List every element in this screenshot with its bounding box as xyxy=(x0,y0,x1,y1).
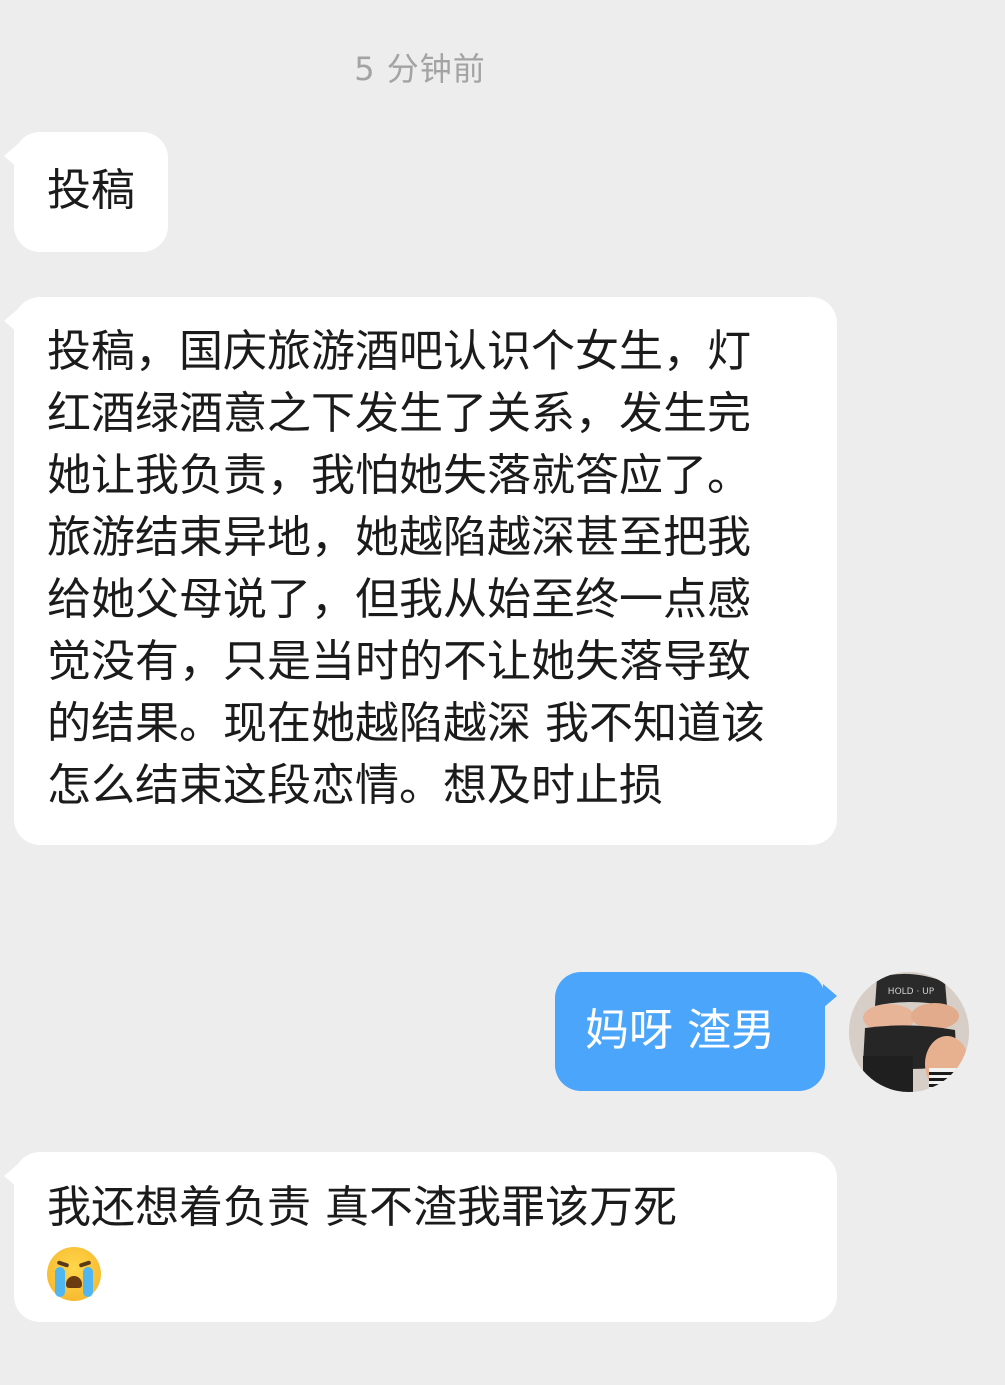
incoming-message-bubble[interactable]: 投稿 xyxy=(4,132,168,252)
avatar-photo: HOLD · UP xyxy=(849,972,969,1092)
svg-text:HOLD · UP: HOLD · UP xyxy=(888,987,935,997)
message-text: 我还想着负责 真不渣我罪该万死 xyxy=(47,1182,677,1233)
message-text: 投稿 xyxy=(47,165,135,216)
user-avatar[interactable]: HOLD · UP xyxy=(849,972,969,1092)
incoming-message-bubble[interactable]: 我还想着负责 真不渣我罪该万死 xyxy=(4,1152,837,1322)
message-timestamp: 5 分钟前 xyxy=(354,50,486,88)
loudly-crying-face-icon xyxy=(47,1247,101,1301)
message-text: 妈呀 渣男 xyxy=(585,1005,775,1056)
outgoing-message-bubble[interactable]: 妈呀 渣男 xyxy=(555,972,837,1091)
message-text: 投稿，国庆旅游酒吧认识个女生，灯红酒绿酒意之下发生了关系，发生完她让我负责，我怕… xyxy=(47,326,765,811)
incoming-message-bubble[interactable]: 投稿，国庆旅游酒吧认识个女生，灯红酒绿酒意之下发生了关系，发生完她让我负责，我怕… xyxy=(4,297,837,845)
